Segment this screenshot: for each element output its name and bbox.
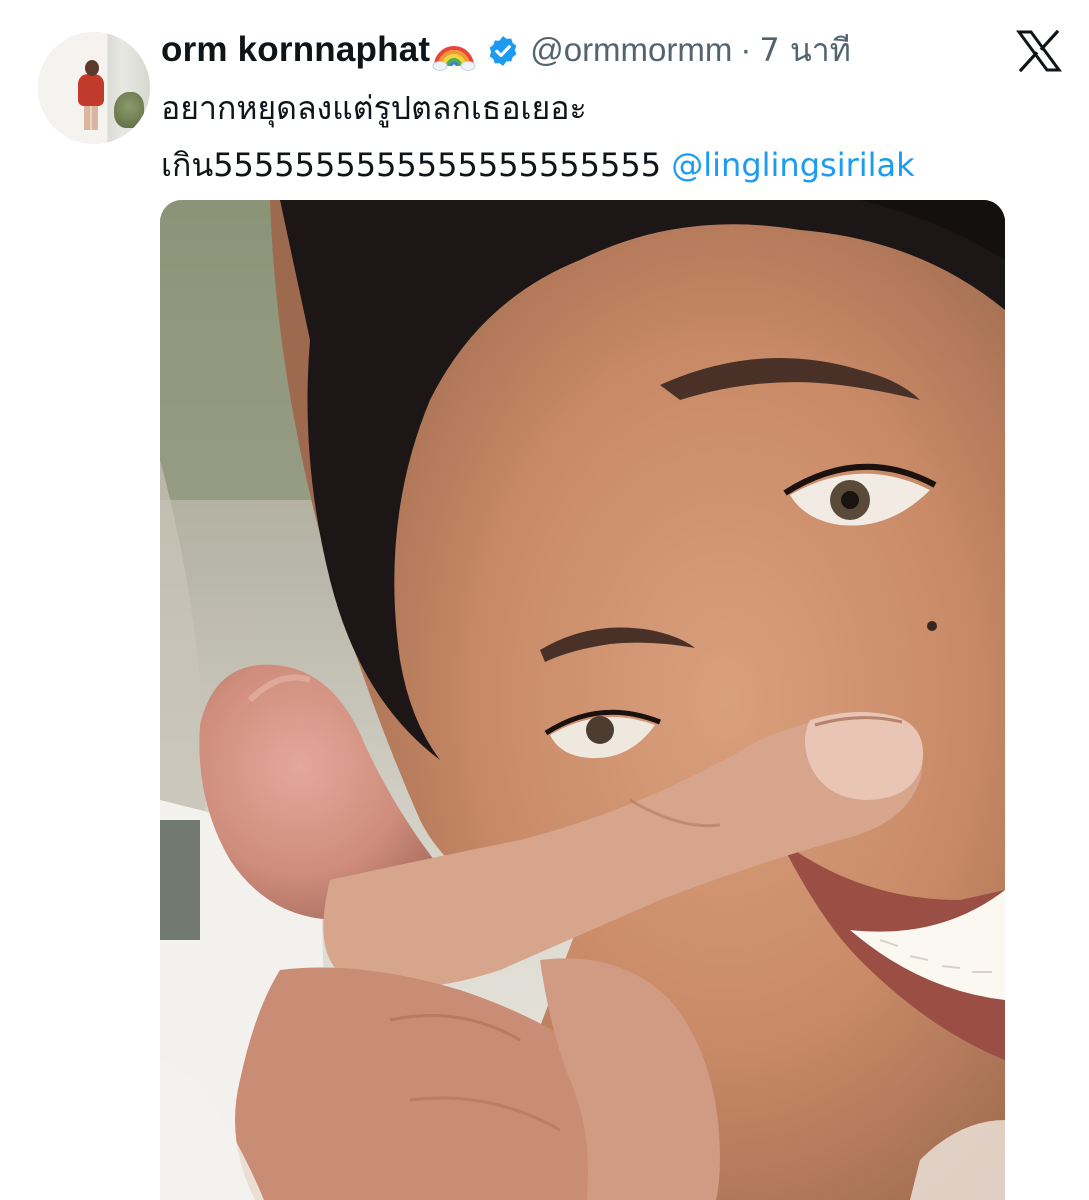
tweet-text-line-2: เกิน5555555555555555555555 @linglingsiri… <box>161 137 1061 194</box>
avatar-person <box>76 60 106 130</box>
display-name[interactable]: orm kornnaphat <box>161 30 430 70</box>
tweet-text: อยากหยุดลงแต่รูปตลกเธอเยอะ เกิน555555555… <box>161 80 1061 194</box>
verified-badge-icon[interactable] <box>486 34 520 68</box>
mention-link[interactable]: @linglingsirilak <box>671 146 914 184</box>
tweet-card: orm kornnaphat @ormmormm · 7 นาที อยากหย… <box>0 0 1089 1200</box>
tweet-text-line-1: อยากหยุดลงแต่รูปตลกเธอเยอะ <box>161 89 587 127</box>
avatar[interactable] <box>38 32 150 144</box>
tweet-header: orm kornnaphat @ormmormm · 7 นาที <box>161 22 851 78</box>
tweet-photo[interactable] <box>160 200 1005 1200</box>
x-logo-icon[interactable] <box>1016 29 1062 73</box>
separator-dot: · <box>740 31 752 68</box>
tweet-text-laugh: เกิน5555555555555555555555 <box>161 146 672 184</box>
timestamp[interactable]: 7 นาที <box>759 25 850 76</box>
rainbow-icon <box>432 32 476 72</box>
user-handle[interactable]: @ormmormm <box>530 31 732 69</box>
avatar-plant <box>114 92 144 128</box>
